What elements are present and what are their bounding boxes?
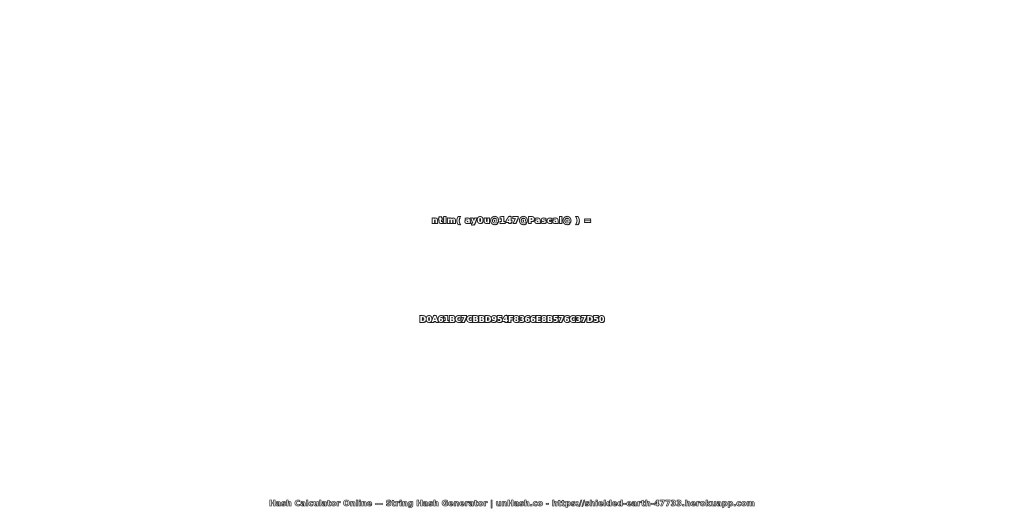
footer-caption: Hash Calculator Online — String Hash Gen…: [269, 499, 755, 509]
hash-result: D0A61BC7CBBD954F8366E8B576C37D50: [419, 314, 606, 325]
hash-expression: ntlm( ay0u@147@Pascal@ ) =: [431, 215, 592, 226]
